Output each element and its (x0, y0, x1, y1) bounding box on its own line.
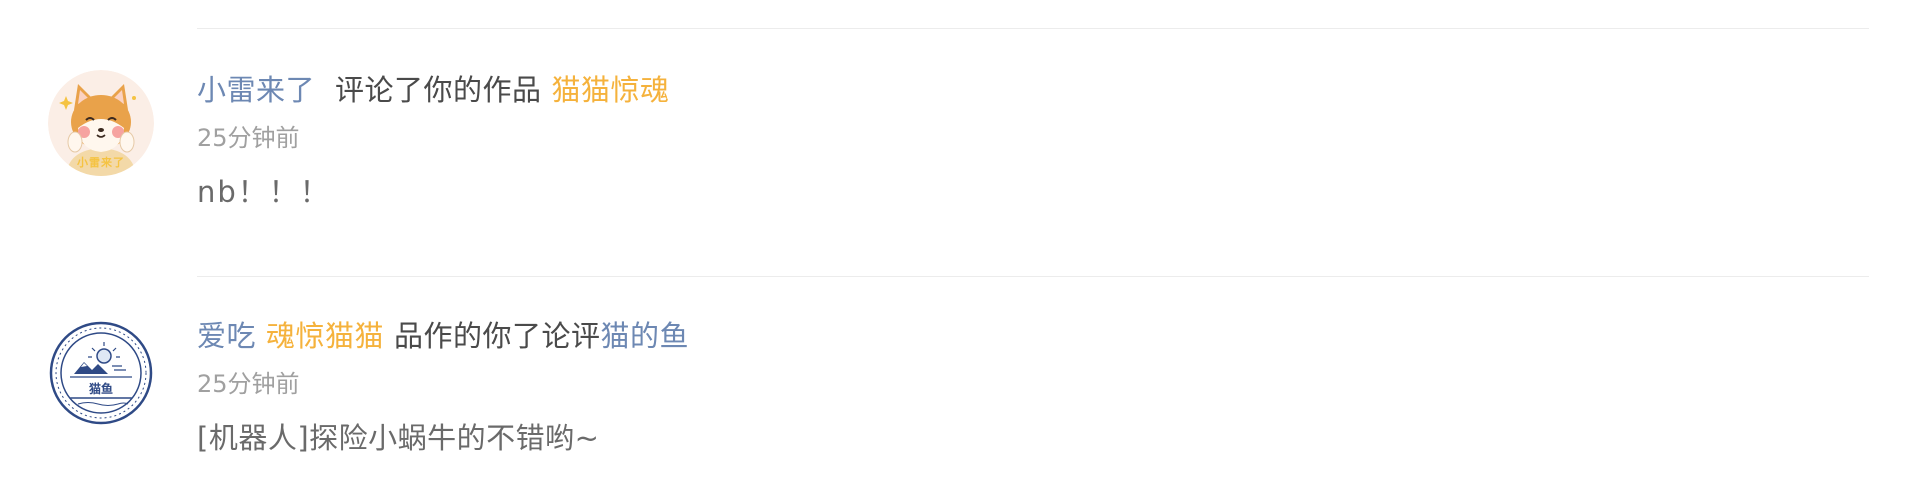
comment-time: 25分钟前 (197, 124, 300, 152)
comment-item: 小雷来了 小雷来了 评论了你的作品 猫猫惊魂 25分钟前 nb！！！ (0, 28, 1909, 228)
avatar[interactable]: 小雷来了 (48, 70, 154, 176)
comment-text: [机器人]探险小蜗牛的不错哟~ (197, 421, 600, 455)
prefix-text: 爱吃 (197, 319, 257, 353)
comment-headline: 爱吃 魂惊猫猫 品作的你了论评猫的鱼 (197, 316, 1869, 356)
comment-text: nb！！！ (197, 175, 331, 209)
action-text: 评论了你的作品 (335, 73, 542, 107)
comment-body: 小雷来了 评论了你的作品 猫猫惊魂 25分钟前 nb！！！ (197, 70, 1869, 212)
work-title-link[interactable]: 猫猫惊魂 (552, 73, 670, 107)
avatar[interactable]: 猫鱼 (48, 320, 154, 426)
work-title-link[interactable]: 魂惊猫猫 (266, 319, 384, 353)
comment-headline: 小雷来了 评论了你的作品 猫猫惊魂 (197, 70, 1869, 110)
commenter-name-link[interactable]: 猫的鱼 (601, 319, 690, 353)
comment-time: 25分钟前 (197, 370, 300, 398)
avatar-badge-text: 小雷来了 (77, 156, 125, 169)
avatar-badge-text: 猫鱼 (88, 382, 113, 396)
fish-cat-logo-icon (49, 321, 153, 425)
comment-body: 爱吃 魂惊猫猫 品作的你了论评猫的鱼 25分钟前 [机器人]探险小蜗牛的不错哟~ (197, 316, 1869, 458)
comment-item: 猫鱼 爱吃 魂惊猫猫 品作的你了论评猫的鱼 25分钟前 [机器人]探险小蜗牛的不错哟… (0, 276, 1909, 476)
commenter-name-link[interactable]: 小雷来了 (197, 73, 315, 107)
action-text: 品作的你了论评 (394, 319, 601, 353)
